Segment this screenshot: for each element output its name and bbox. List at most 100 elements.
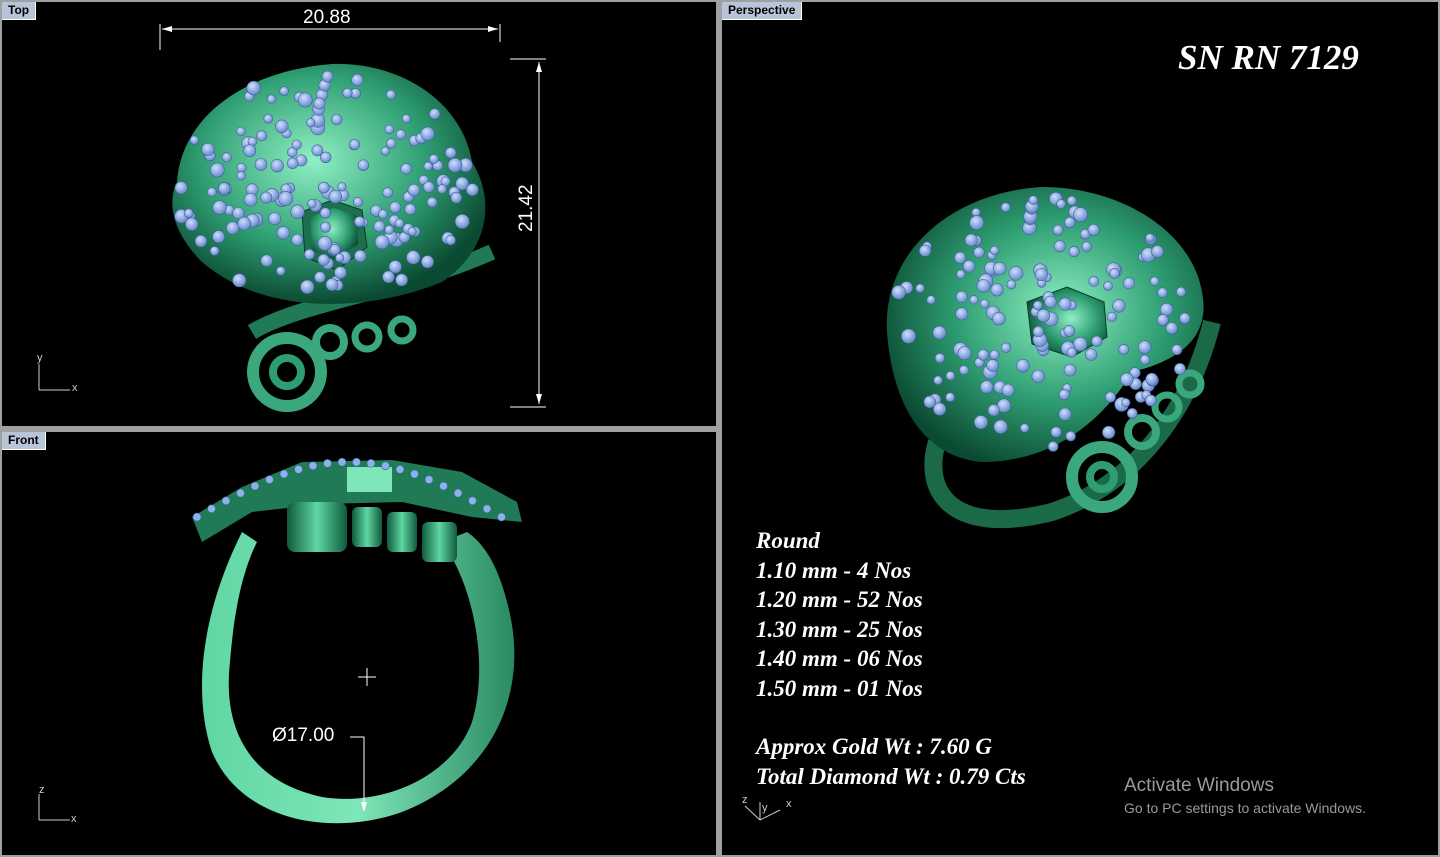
stone-line: 1.20 mm - 52 Nos bbox=[756, 587, 923, 612]
gemstone bbox=[915, 283, 925, 293]
gemstone bbox=[382, 187, 394, 198]
gemstone bbox=[303, 248, 315, 260]
gemstone bbox=[357, 159, 370, 171]
gemstone bbox=[321, 70, 334, 83]
front-viewport[interactable]: Front Ø17.00 z x bbox=[2, 432, 716, 855]
gemstone bbox=[286, 157, 299, 169]
gemstone bbox=[236, 126, 246, 137]
gemstone bbox=[993, 419, 1008, 434]
gemstone bbox=[1001, 383, 1015, 397]
gemstone bbox=[189, 135, 199, 145]
gemstone bbox=[410, 469, 419, 479]
gemstone bbox=[320, 151, 332, 164]
axis-x-label: x bbox=[72, 382, 78, 394]
gemstone bbox=[1052, 224, 1064, 236]
gemstone bbox=[919, 244, 932, 257]
gemstone bbox=[174, 181, 188, 195]
gemstone bbox=[954, 251, 967, 264]
gemstone bbox=[980, 380, 994, 394]
gemstone bbox=[1028, 195, 1038, 205]
gemstone bbox=[349, 138, 361, 151]
gemstone bbox=[465, 183, 479, 197]
gemstone bbox=[395, 129, 407, 140]
gemstone bbox=[394, 218, 405, 229]
gemstone bbox=[423, 161, 433, 171]
gemstone bbox=[209, 162, 225, 178]
gemstone bbox=[407, 226, 417, 237]
gemstone bbox=[209, 246, 220, 256]
gemstone bbox=[424, 475, 434, 484]
gemstone bbox=[194, 234, 208, 248]
gemstone bbox=[328, 189, 343, 204]
gemstone bbox=[1121, 398, 1131, 408]
gemstone bbox=[395, 273, 408, 287]
gemstone bbox=[317, 181, 330, 194]
gemstone bbox=[354, 216, 366, 228]
gemstone bbox=[1034, 267, 1048, 282]
gemstone bbox=[1112, 299, 1126, 313]
gemstone bbox=[437, 184, 447, 194]
gemstone bbox=[380, 146, 390, 156]
front-view-model bbox=[192, 457, 522, 824]
gemstone bbox=[1122, 277, 1135, 290]
gemstone bbox=[962, 259, 976, 273]
gemstone bbox=[1065, 430, 1076, 442]
gemstone bbox=[1066, 347, 1077, 358]
gemstone bbox=[407, 183, 421, 197]
gemstone bbox=[404, 203, 417, 216]
gemstone bbox=[955, 307, 969, 321]
gemstone bbox=[992, 261, 1007, 276]
top-viewport[interactable]: Top 20.88 21.42 y x bbox=[2, 2, 716, 426]
activate-windows-watermark: Activate Windows Go to PC settings to ac… bbox=[1124, 775, 1366, 816]
gemstone bbox=[1174, 363, 1186, 375]
stone-specifications: Round 1.10 mm - 4 Nos 1.20 mm - 52 Nos 1… bbox=[756, 526, 1026, 791]
gemstone bbox=[294, 465, 303, 474]
axis-z-label: z bbox=[39, 784, 45, 796]
gemstone bbox=[1149, 276, 1160, 287]
watermark-subtitle: Go to PC settings to activate Windows. bbox=[1124, 800, 1366, 816]
axis-icon bbox=[744, 802, 781, 821]
gemstone bbox=[320, 221, 332, 233]
gemstone bbox=[1103, 281, 1113, 291]
gemstone bbox=[1106, 311, 1118, 323]
gemstone bbox=[297, 92, 313, 108]
gemstone bbox=[212, 200, 227, 215]
gemstone bbox=[497, 512, 506, 522]
gemstone bbox=[428, 154, 439, 164]
gemstone bbox=[276, 226, 291, 240]
gemstone bbox=[468, 496, 477, 506]
gemstone bbox=[385, 138, 397, 149]
gemstone bbox=[1000, 202, 1011, 213]
perspective-viewport[interactable]: Perspective SN RN 7129 Round 1.10 mm - 4… bbox=[722, 2, 1438, 855]
gemstone bbox=[482, 504, 492, 514]
gemstone bbox=[313, 97, 326, 110]
gemstone bbox=[1032, 300, 1043, 311]
stone-shape: Round bbox=[756, 528, 820, 553]
gemstone bbox=[263, 113, 273, 124]
gemstone bbox=[1156, 314, 1169, 326]
gemstone bbox=[973, 246, 985, 259]
gemstone bbox=[218, 182, 231, 195]
stone-line: 1.30 mm - 25 Nos bbox=[756, 616, 923, 642]
gemstone bbox=[319, 207, 331, 219]
gemstone bbox=[323, 459, 332, 468]
gemstone bbox=[976, 279, 991, 293]
gemstone bbox=[973, 415, 988, 430]
gemstone bbox=[317, 253, 330, 266]
perspective-view-model bbox=[886, 187, 1221, 529]
gemstone bbox=[1056, 199, 1066, 209]
gemstone bbox=[243, 144, 257, 158]
gemstone bbox=[1063, 363, 1077, 377]
gemstone bbox=[207, 187, 217, 198]
gemstone bbox=[232, 273, 247, 288]
gemstone bbox=[977, 349, 990, 361]
gemstone bbox=[378, 209, 388, 220]
gemstone bbox=[1118, 344, 1130, 355]
gemstone bbox=[331, 113, 343, 126]
height-dimension: 21.42 bbox=[516, 184, 537, 232]
gold-weight: Approx Gold Wt : 7.60 G bbox=[756, 734, 992, 759]
gemstone bbox=[969, 215, 985, 231]
gemstone bbox=[334, 266, 347, 279]
gemstone bbox=[265, 475, 274, 484]
gemstone bbox=[236, 162, 247, 173]
